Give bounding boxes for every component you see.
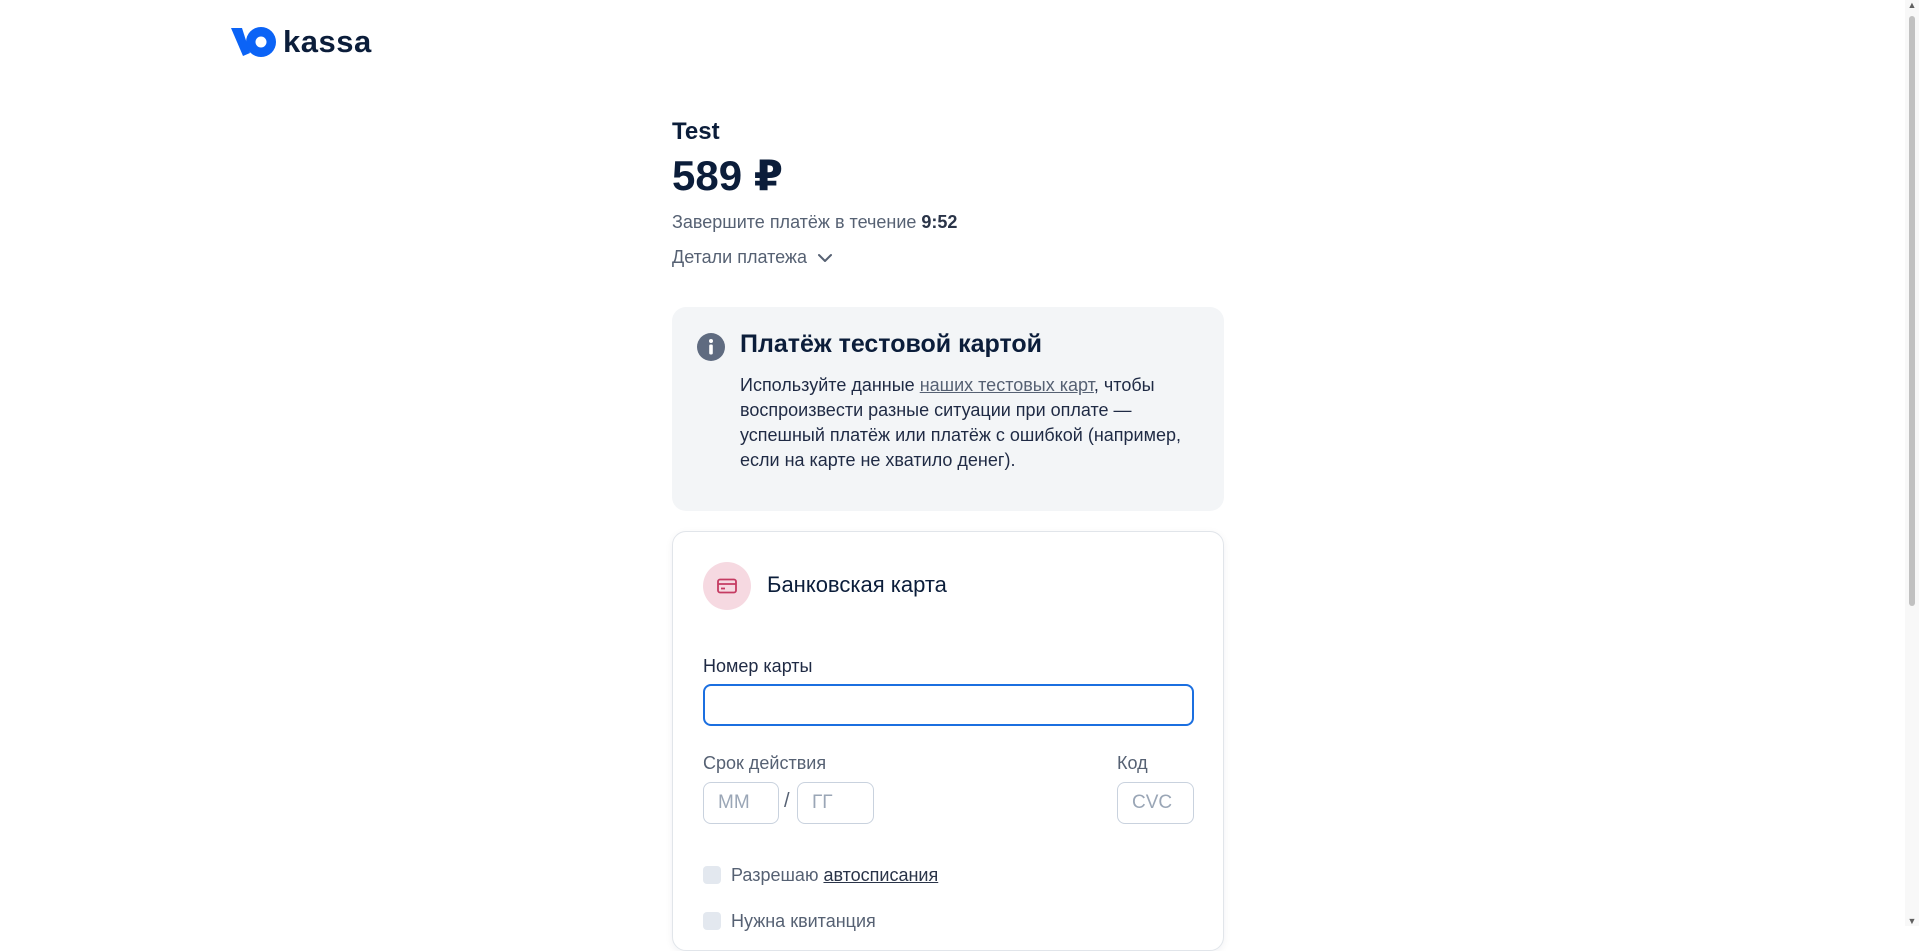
payment-timer: Завершите платёж в течение 9:52	[672, 212, 1224, 233]
shop-name: Test	[672, 118, 720, 145]
payment-details-toggle[interactable]: Детали платежа	[672, 247, 833, 268]
notice-title: Платёж тестовой картой	[740, 330, 1043, 358]
cvc-label: Код	[1117, 753, 1148, 773]
order-summary: Test 589 ₽ Завершите платёж в течение 9:…	[672, 118, 1224, 268]
timer-value: 9:52	[921, 212, 958, 232]
autopay-checkbox[interactable]	[703, 866, 721, 884]
timer-text: Завершите платёж в течение	[672, 212, 917, 232]
test-cards-link[interactable]: наших тестовых карт	[920, 375, 1094, 395]
expiry-label: Срок действия	[703, 753, 827, 773]
notice-text: Используйте данные наших тестовых карт, …	[740, 373, 1200, 473]
card-number-input[interactable]	[703, 684, 1194, 726]
card-number-label: Номер карты	[703, 656, 813, 676]
bank-card-form: Банковская карта Номер карты Срок действ…	[672, 531, 1224, 951]
payment-amount: 589 ₽	[672, 152, 783, 199]
cvc-input[interactable]	[1117, 782, 1194, 824]
expiry-month-input[interactable]	[703, 782, 779, 824]
receipt-label: Нужна квитанция	[731, 911, 876, 931]
expiry-year-input[interactable]	[797, 782, 874, 824]
test-card-notice: Платёж тестовой картой Используйте данны…	[672, 307, 1224, 511]
logo-text: kassa	[283, 24, 372, 59]
autopay-link[interactable]: автосписания	[823, 865, 938, 885]
autopay-label: Разрешаю автосписания	[731, 865, 938, 886]
autopay-text: Разрешаю	[731, 865, 824, 885]
card-form-title: Банковская карта	[767, 572, 947, 597]
page-scrollbar[interactable]: ▲ ▼	[1905, 0, 1919, 926]
chevron-down-icon	[817, 253, 832, 262]
scrollbar-thumb[interactable]	[1909, 16, 1915, 606]
expiry-separator: /	[784, 790, 790, 812]
logo-mark-icon	[231, 27, 276, 57]
scroll-down-icon[interactable]: ▼	[1907, 916, 1917, 926]
kassa-logo[interactable]: kassa	[231, 24, 372, 60]
receipt-checkbox[interactable]	[703, 912, 721, 930]
card-icon-badge	[703, 562, 751, 610]
details-label: Детали платежа	[672, 247, 807, 267]
credit-card-icon	[717, 578, 737, 594]
scroll-up-icon[interactable]: ▲	[1907, 0, 1917, 10]
info-icon	[697, 333, 725, 361]
notice-text-start: Используйте данные	[740, 375, 920, 395]
